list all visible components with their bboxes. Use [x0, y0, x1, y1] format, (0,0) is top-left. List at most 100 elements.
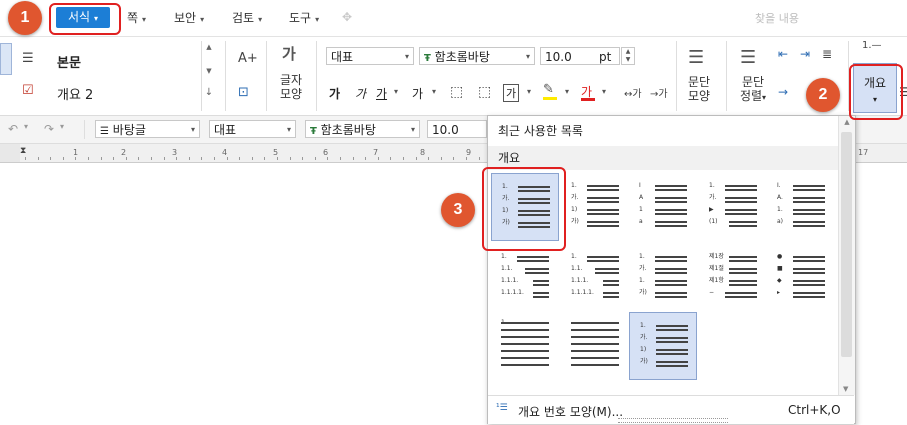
para-shape-button[interactable]: 문단 모양: [682, 75, 716, 103]
toolbar-size-field[interactable]: 10.0: [427, 120, 487, 138]
highlight-icon[interactable]: ✎: [543, 82, 557, 100]
outline-style-t13[interactable]: 1. 가. 1) 가): [629, 312, 697, 380]
style-select[interactable]: 대표 ▾: [326, 47, 414, 65]
font-size-field[interactable]: 10.0 pt: [540, 47, 620, 65]
outline-style-t5[interactable]: I. A. 1. a): [767, 173, 835, 241]
style-import-icon[interactable]: ⊡: [238, 85, 249, 100]
chevron-down-icon[interactable]: ▾: [565, 87, 569, 96]
separator: [84, 120, 85, 139]
outline-style-t6[interactable]: 1. 1.1. 1.1.1. 1.1.1.1.: [491, 244, 559, 312]
chevron-down-icon[interactable]: ▾: [24, 122, 28, 131]
border-icon[interactable]: ⬚: [450, 84, 463, 100]
ruler-number: 9: [466, 148, 472, 157]
truetype-icon: Ŧ: [424, 53, 431, 64]
outline-style-t12[interactable]: [561, 312, 629, 380]
outline-style-t3[interactable]: IA 1 a: [629, 173, 697, 241]
resize-grip[interactable]: [618, 418, 728, 423]
outline-line: [587, 201, 619, 203]
outline-line: [571, 357, 619, 359]
indent-marker-icon[interactable]: ⧗: [20, 146, 26, 156]
outline-level-label: 1.: [640, 322, 646, 329]
toolbar-font-select[interactable]: Ŧ 함초롬바탕 ▾: [305, 120, 420, 138]
outline-level-label: 제1장: [709, 253, 724, 260]
outline-style-t2[interactable]: 1. 가. 1) 가): [561, 173, 629, 241]
ruler-tick: [163, 157, 165, 160]
outline-level-label: 1.1.1.1.: [501, 289, 524, 296]
font-size-stepper[interactable]: ▲ ▼: [621, 47, 635, 65]
outline-line: [725, 185, 757, 187]
line-spacing-icon[interactable]: ≣: [822, 47, 832, 61]
dropdown-scrollbar[interactable]: ▲ ▼: [838, 116, 855, 395]
ruler-number: 4: [222, 148, 228, 157]
outline-char-button[interactable]: 가: [503, 84, 520, 102]
char-width-icon[interactable]: →가: [650, 85, 668, 100]
menu-page[interactable]: 쪽 ▾: [127, 9, 146, 26]
menu-bar: 서식 ▾ 쪽 ▾ 보안 ▾ 검토 ▾ 도구 ▾ ✥ 찾을 내용: [0, 0, 907, 37]
indent-icon[interactable]: →: [778, 85, 788, 99]
chevron-down-icon[interactable]: ▾: [527, 87, 531, 96]
outline-level-label: 1.: [639, 277, 645, 284]
outline-line: [729, 280, 757, 282]
indent-left-icon[interactable]: ⇤: [778, 47, 788, 61]
outline-number-shape-item[interactable]: ¹☰ 개요 번호 모양(M)... Ctrl+K,O: [488, 395, 854, 424]
char-spacing-icon[interactable]: ↔가: [624, 85, 642, 100]
outline-line: [656, 329, 688, 331]
char-shape-button[interactable]: 글자 모양: [278, 73, 304, 101]
ruler-tick: [75, 157, 77, 160]
outline-style-t10[interactable]: ● ■ ◆ ▸: [767, 244, 835, 312]
toolbar-lang-select[interactable]: 대표 ▾: [209, 120, 296, 138]
search-input[interactable]: 찾을 내용: [755, 10, 799, 26]
scroll-thumb[interactable]: [841, 132, 852, 357]
outline-style-t9[interactable]: 제1장 제1절 제1항 −: [699, 244, 767, 312]
outline-style-t11[interactable]: 1.: [491, 312, 559, 380]
highlight-box: [482, 167, 566, 251]
paragraph-style-icon: ☰: [22, 51, 34, 66]
outline-line: [655, 292, 687, 294]
step-badge-1: 1: [8, 1, 42, 35]
outline-line: [793, 284, 825, 286]
style-gallery-scroll[interactable]: ▲ ▼ ↓: [201, 41, 216, 111]
outline-line: [655, 296, 687, 298]
font-select[interactable]: Ŧ 함초롬바탕 ▾: [419, 47, 535, 65]
outline-line: [595, 268, 619, 270]
chevron-down-icon[interactable]: ▾: [394, 87, 398, 96]
outline-level-label: 제1항: [709, 277, 724, 284]
outline-style-t4[interactable]: 1. 가. ▶ (1): [699, 173, 767, 241]
indent-right-icon[interactable]: ⇥: [800, 47, 810, 61]
outline-line: [517, 256, 549, 258]
style-item-outline2[interactable]: 개요 2: [57, 84, 93, 103]
numbering-icon: ¹☰: [496, 403, 508, 413]
ruler-tick: [352, 157, 354, 160]
toolbar-style-select[interactable]: ☰ 바탕글 ▾: [95, 120, 200, 138]
ruler-tick: [25, 157, 26, 160]
outline-line: [655, 189, 687, 191]
add-style-icon[interactable]: A+: [238, 51, 258, 66]
outline-style-t8[interactable]: 1. 가. 1. 가): [629, 244, 697, 312]
italic-button[interactable]: 가: [355, 85, 366, 102]
puzzle-icon[interactable]: ✥: [342, 10, 352, 24]
outline-line: [655, 272, 687, 274]
font-color-icon[interactable]: 가: [581, 83, 595, 101]
outline-line: [587, 256, 619, 258]
redo-icon[interactable]: ↷: [44, 122, 54, 136]
style-item-body[interactable]: 본문: [57, 52, 81, 71]
outline-line: [655, 221, 687, 223]
menu-security[interactable]: 보안 ▾: [174, 9, 204, 26]
chevron-down-icon[interactable]: ▾: [432, 87, 436, 96]
menu-review[interactable]: 검토 ▾: [232, 9, 262, 26]
chevron-down-icon[interactable]: ▾: [602, 87, 606, 96]
chevron-down-icon[interactable]: ▾: [60, 122, 64, 131]
strike-button[interactable]: 가: [412, 85, 423, 102]
outline-level-label: ■: [777, 265, 783, 272]
underline-button[interactable]: 가: [376, 85, 387, 102]
outline-level-label: 1.1.: [571, 265, 583, 272]
outline-level-label: ●: [777, 253, 783, 260]
outline-style-t7[interactable]: 1. 1.1. 1.1.1. 1.1.1.1.: [561, 244, 629, 312]
grid-icon[interactable]: ⬚: [478, 84, 491, 100]
ruler-tick: [125, 157, 127, 160]
para-align-button[interactable]: 문단 정렬▾: [736, 75, 770, 105]
menu-tools[interactable]: 도구 ▾: [289, 9, 319, 26]
bold-button[interactable]: 가: [329, 85, 340, 102]
outline-line: [655, 209, 687, 211]
undo-icon[interactable]: ↶: [8, 122, 18, 136]
